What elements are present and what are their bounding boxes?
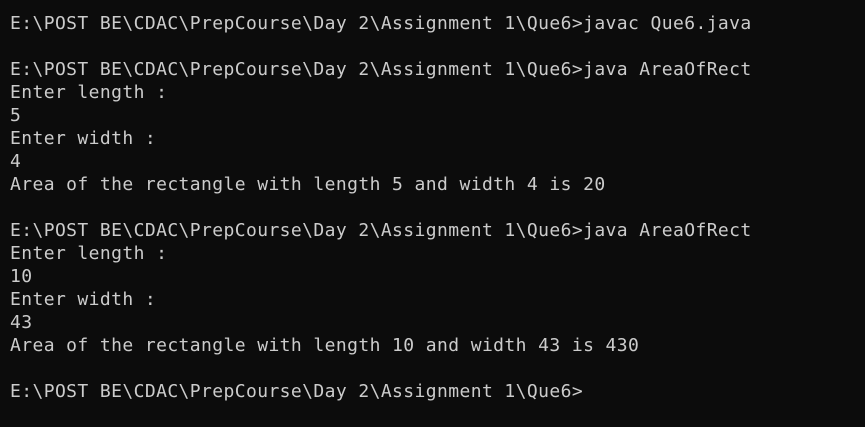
output-line: Enter length : [10, 243, 168, 264]
input-line: 4 [10, 151, 22, 172]
terminal-window[interactable]: E:\POST BE\CDAC\PrepCourse\Day 2\Assignm… [0, 0, 865, 427]
command-line: E:\POST BE\CDAC\PrepCourse\Day 2\Assignm… [10, 220, 752, 241]
output-line: Area of the rectangle with length 10 and… [10, 335, 640, 356]
command-line: E:\POST BE\CDAC\PrepCourse\Day 2\Assignm… [10, 59, 752, 80]
input-line: 43 [10, 312, 33, 333]
input-line: 10 [10, 266, 33, 287]
prompt-line[interactable]: E:\POST BE\CDAC\PrepCourse\Day 2\Assignm… [10, 380, 865, 403]
input-line: 5 [10, 105, 22, 126]
command-line: E:\POST BE\CDAC\PrepCourse\Day 2\Assignm… [10, 13, 752, 34]
output-line: Enter length : [10, 82, 168, 103]
output-line: Enter width : [10, 128, 157, 149]
output-line: Enter width : [10, 289, 157, 310]
output-line: Area of the rectangle with length 5 and … [10, 174, 606, 195]
